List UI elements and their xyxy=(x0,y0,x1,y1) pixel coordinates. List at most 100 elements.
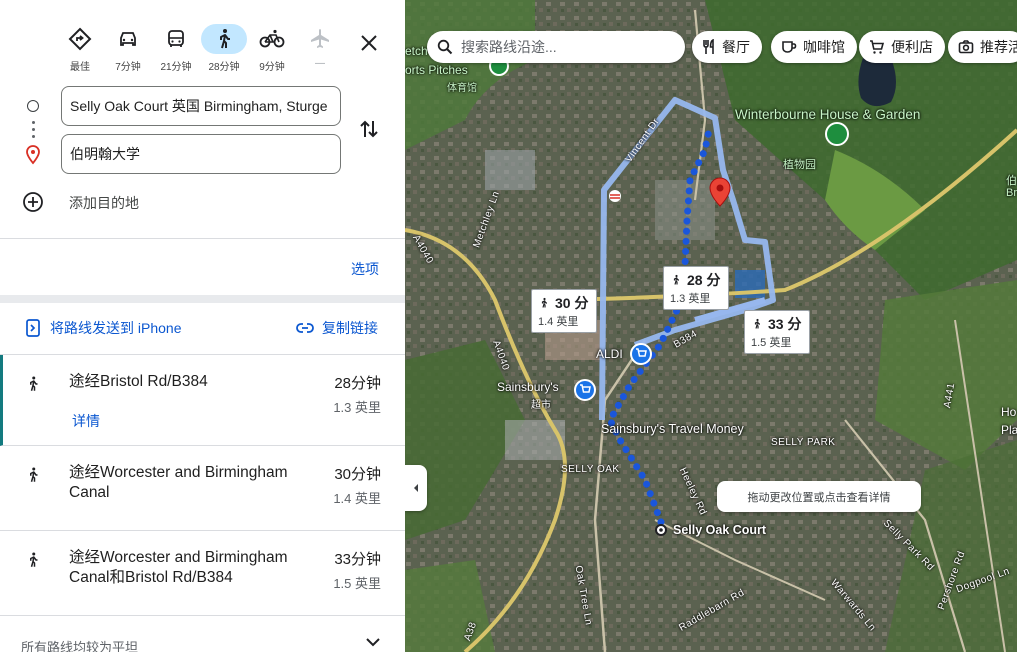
mode-drive[interactable]: 7分钟 xyxy=(104,24,152,76)
mode-bike[interactable]: 9分钟 xyxy=(248,24,296,76)
drag-hint-tooltip: 拖动更改位置或点击查看详情 xyxy=(717,481,921,512)
map-label-sainsburys: Sainsbury's xyxy=(497,380,559,394)
swap-icon xyxy=(360,120,378,138)
map-label-winterbourne-cn: 植物园 xyxy=(783,159,816,171)
destination-input[interactable]: 伯明翰大学 xyxy=(61,134,341,174)
mode-flight-label: — xyxy=(315,58,325,69)
send-to-phone-link[interactable]: 将路线发送到 iPhone xyxy=(26,318,181,338)
mode-best[interactable]: 最佳 xyxy=(56,24,104,76)
route-dots-icon xyxy=(32,121,35,142)
restaurant-icon xyxy=(703,39,714,54)
origin-circle-icon xyxy=(27,100,39,112)
route-callout-28[interactable]: 28 分 1.3 英里 xyxy=(663,266,729,310)
directions-diamond-icon xyxy=(57,24,103,54)
add-destination-icon[interactable] xyxy=(22,191,44,218)
route-name: 途经Bristol Rd/B384 xyxy=(69,373,208,390)
send-to-phone-label: 将路线发送到 iPhone xyxy=(50,320,182,336)
map-label-winterbourne: Winterbourne House & Garden xyxy=(735,107,921,122)
map-label-selly-park: SELLY PARK xyxy=(771,437,836,448)
copy-link-button[interactable]: 复制链接 xyxy=(296,318,378,338)
callout-time: 33 分 xyxy=(768,316,802,332)
callout-time: 28 分 xyxy=(687,272,721,288)
walk-icon xyxy=(673,274,679,285)
search-along-route-input[interactable]: 搜索路线沿途... xyxy=(427,31,685,63)
route-distance: 1.3 英里 xyxy=(333,400,381,415)
route-name: 途经Worcester and Birmingham Canal和Bristol… xyxy=(69,549,288,586)
route-distance: 1.4 英里 xyxy=(333,491,381,506)
route-callout-30[interactable]: 30 分 1.4 英里 xyxy=(531,289,597,333)
map-label-edge-ho: Ho xyxy=(1001,405,1017,419)
origin-input[interactable]: Selly Oak Court 英国 Birmingham, Sturge xyxy=(61,86,341,126)
bus-icon xyxy=(153,24,199,54)
mode-transit[interactable]: 21分钟 xyxy=(152,24,200,76)
search-icon xyxy=(437,39,453,55)
callout-distance: 1.3 英里 xyxy=(670,293,711,305)
chip-label: 咖啡馆 xyxy=(803,39,845,55)
shopping-cart-icon[interactable] xyxy=(574,379,596,401)
map-label-aldi: ALDI xyxy=(596,347,623,361)
airplane-icon xyxy=(297,24,343,54)
chip-cafes[interactable]: 咖啡馆 xyxy=(771,31,857,63)
route-name: 途经Worcester and Birmingham Canal xyxy=(69,464,288,501)
close-icon xyxy=(361,35,377,51)
shopping-cart-icon xyxy=(870,40,885,54)
walk-icon xyxy=(201,24,247,54)
chip-label: 餐厅 xyxy=(722,39,750,55)
collapse-panel-button[interactable] xyxy=(405,465,427,511)
travel-mode-bar: 最佳 7分钟 21分钟 28分钟 9分钟 — xyxy=(56,24,344,80)
walk-icon xyxy=(24,549,42,576)
route-time: 30分钟 xyxy=(334,466,381,483)
route-option-2[interactable]: 途经Worcester and Birmingham Canal 30分钟 1.… xyxy=(0,446,405,531)
camera-icon xyxy=(958,40,974,54)
mode-best-label: 最佳 xyxy=(70,62,90,73)
terrain-note: 所有路线均较为平坦 xyxy=(21,640,139,652)
route-time: 28分钟 xyxy=(334,375,381,392)
route-details-link[interactable]: 详情 xyxy=(72,411,100,431)
map-canvas[interactable]: Winterbourne House & Garden 植物园 etch ort… xyxy=(405,0,1017,652)
map-label-pitches-cn: 体育馆 xyxy=(447,83,477,94)
route-option-3[interactable]: 途经Worcester and Birmingham Canal和Bristol… xyxy=(0,531,405,616)
map-label-sainsburys-cn: 超市 xyxy=(531,400,551,411)
chip-label: 推荐活 xyxy=(980,39,1017,55)
map-label-pitches-prefix: etch xyxy=(405,44,428,58)
walk-icon xyxy=(24,373,42,400)
options-link[interactable]: 选项 xyxy=(351,259,379,279)
car-icon xyxy=(105,24,151,54)
swap-locations-button[interactable] xyxy=(356,116,382,147)
callout-distance: 1.5 英里 xyxy=(751,337,792,349)
mode-walk-label: 28分钟 xyxy=(208,62,240,73)
chip-convenience-stores[interactable]: 便利店 xyxy=(859,31,945,63)
route-time: 33分钟 xyxy=(334,551,381,568)
chevron-down-icon[interactable] xyxy=(365,634,381,652)
map-label-selly-oak: SELLY OAK xyxy=(561,464,620,475)
chip-restaurants[interactable]: 餐厅 xyxy=(692,31,762,63)
send-to-phone-icon xyxy=(26,319,40,337)
copy-link-label: 复制链接 xyxy=(322,320,378,336)
mode-bike-label: 9分钟 xyxy=(259,62,285,73)
map-label-edge-bo: 伯 xyxy=(1006,175,1017,187)
close-directions-button[interactable] xyxy=(354,28,384,58)
coffee-icon xyxy=(782,41,797,53)
route-distance: 1.5 英里 xyxy=(333,576,381,591)
mode-flight[interactable]: — xyxy=(296,24,344,76)
mode-walk[interactable]: 28分钟 xyxy=(200,24,248,76)
walk-icon xyxy=(24,464,42,491)
route-callout-33[interactable]: 33 分 1.5 英里 xyxy=(744,310,810,354)
mode-transit-label: 21分钟 xyxy=(160,62,192,73)
walk-icon xyxy=(541,297,547,308)
callout-time: 30 分 xyxy=(555,295,589,311)
map-label-pitches: orts Pitches xyxy=(405,63,468,77)
destination-pin-icon xyxy=(25,145,41,170)
link-icon xyxy=(296,323,314,333)
walk-icon xyxy=(754,318,760,329)
mode-drive-label: 7分钟 xyxy=(115,62,141,73)
chevron-left-icon xyxy=(414,484,418,492)
add-destination-label[interactable]: 添加目的地 xyxy=(69,193,139,213)
bike-icon xyxy=(249,24,295,54)
divider xyxy=(0,238,405,239)
section-divider xyxy=(0,295,405,303)
chip-recommended[interactable]: 推荐活 xyxy=(948,31,1017,63)
shopping-cart-icon[interactable] xyxy=(630,343,652,365)
search-placeholder: 搜索路线沿途... xyxy=(461,39,557,55)
route-option-1[interactable]: 途经Bristol Rd/B384 28分钟 1.3 英里 详情 xyxy=(0,355,405,446)
